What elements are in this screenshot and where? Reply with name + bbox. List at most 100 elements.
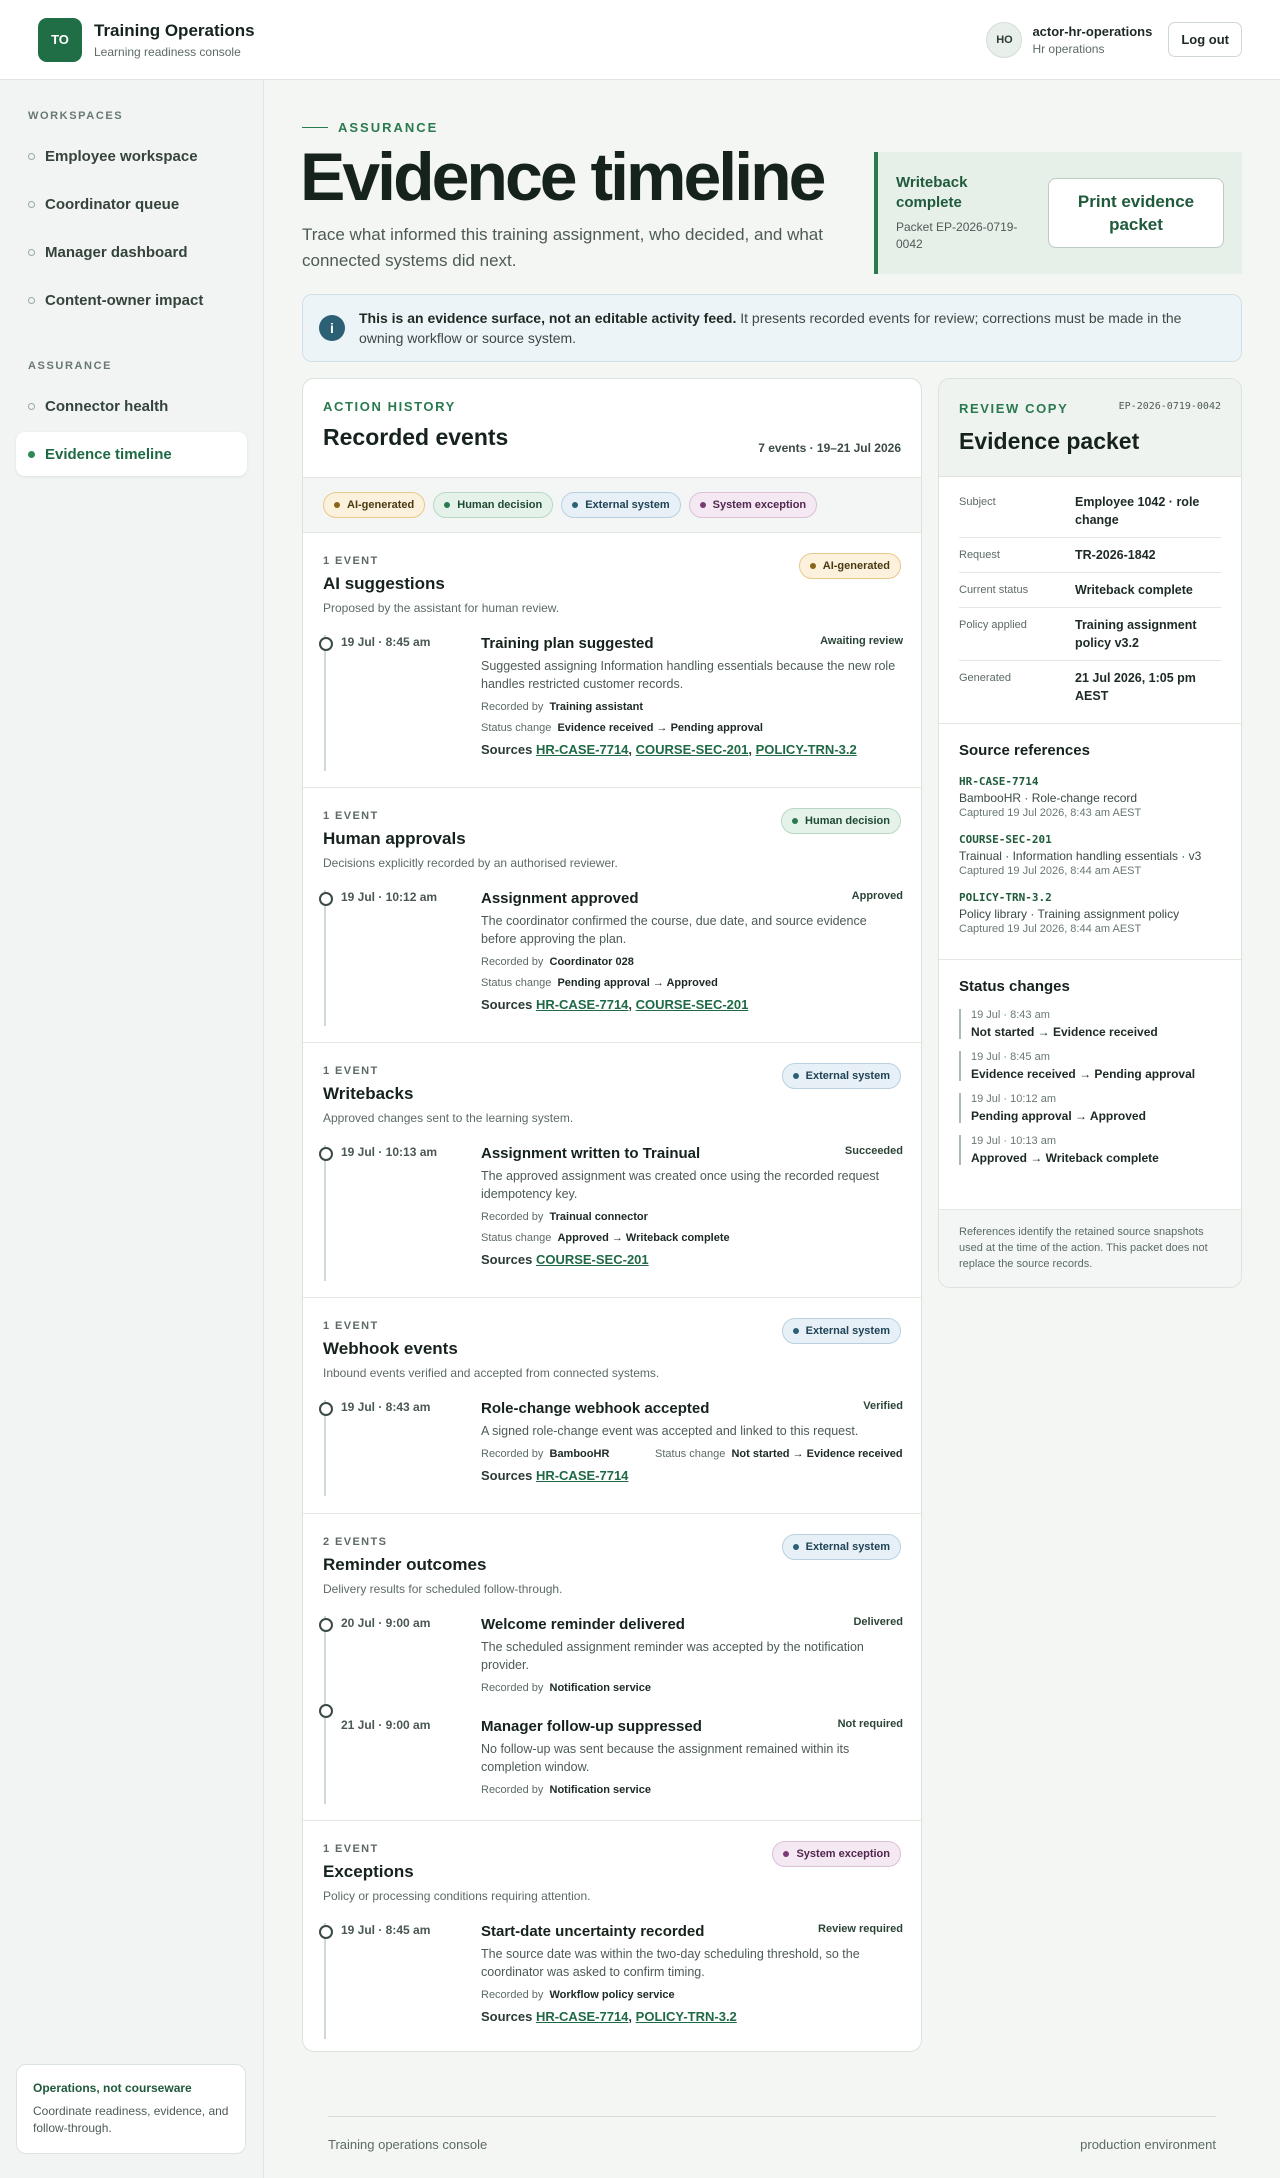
timeline-node-icon	[319, 892, 333, 906]
brand: Training Operations Learning readiness c…	[94, 21, 255, 59]
ref-desc: BambooHR · Role-change record	[959, 791, 1138, 805]
event-time: 21 Jul · 9:00 am	[341, 1718, 431, 1732]
event-group-exceptions: 1 EVENT Exceptions Policy or processing …	[303, 1821, 921, 2051]
sidebar-item-label: Manager dashboard	[45, 243, 188, 261]
meta-value: Training assistant	[549, 701, 644, 713]
panel-kicker: ACTION HISTORY	[323, 399, 456, 414]
eyebrow-label: ASSURANCE	[338, 120, 439, 135]
group-count: 1 EVENT	[323, 555, 379, 567]
sidebar-item-label: Content-owner impact	[45, 291, 204, 309]
packet-field-current-status: Current status Writeback complete	[959, 573, 1221, 608]
ref-code: POLICY-TRN-3.2	[959, 891, 1052, 904]
app-logo: TO	[38, 17, 82, 62]
event-group-ai-suggestions: 1 EVENT AI suggestions Proposed by the a…	[303, 533, 921, 788]
nav-dot-icon	[28, 402, 35, 410]
legend-human-decision: Human decision	[433, 492, 554, 518]
badge-dot-icon	[792, 1328, 799, 1334]
badge-dot-icon	[792, 818, 799, 824]
event-time: 19 Jul · 10:12 am	[341, 890, 438, 904]
ref-captured: Captured 19 Jul 2026, 8:44 am AEST	[959, 865, 1142, 877]
app-title: Training Operations	[94, 20, 255, 40]
user-info: actor-hr-operations Hr operations	[1032, 24, 1152, 56]
sidebar-item-employee-workspace[interactable]: Employee workspace	[16, 134, 247, 178]
user-area: HO actor-hr-operations Hr operations Log…	[986, 21, 1242, 58]
source-link[interactable]: COURSE-SEC-201	[536, 1252, 649, 1267]
timeline-rail	[324, 635, 326, 771]
meta-label: Recorded by	[481, 1682, 544, 1694]
meta-label: Status change	[481, 977, 552, 989]
change-time: 19 Jul · 10:13 am	[971, 1135, 1056, 1147]
timeline-node-icon	[319, 1147, 333, 1161]
logout-button[interactable]: Log out	[1168, 22, 1242, 57]
timeline-node-icon	[319, 1925, 333, 1939]
event-status: Approved	[851, 890, 903, 902]
packet-field-request: Request TR-2026-1842	[959, 538, 1221, 573]
badge-label: External system	[805, 1325, 890, 1337]
section-title: Status changes	[959, 978, 1070, 995]
group-desc: Inbound events verified and accepted fro…	[323, 1366, 660, 1380]
event-sources: Sources HR-CASE-7714, COURSE-SEC-201	[481, 997, 749, 1012]
badge-label: External system	[805, 1070, 890, 1082]
event-status: Not required	[837, 1718, 903, 1730]
sidebar-item-coordinator-queue[interactable]: Coordinator queue	[16, 182, 247, 226]
meta-value: Trainual connector	[549, 1211, 648, 1223]
packet-footnote: References identify the retained source …	[939, 1209, 1241, 1287]
source-link[interactable]: HR-CASE-7714	[536, 1468, 628, 1483]
group-type-badge: External system	[781, 1534, 901, 1560]
field-value: Employee 1042 · role change	[1075, 495, 1200, 527]
meta-value: Pending approval → Approved	[557, 977, 718, 989]
event-recorded-by: Recorded by Notification service	[481, 1784, 651, 1796]
event-status: Review required	[818, 1923, 903, 1935]
event-sources: Sources HR-CASE-7714	[481, 1468, 628, 1483]
print-evidence-packet-button[interactable]: Print evidence packet	[1048, 178, 1224, 248]
event-count: 7 events · 19–21 Jul 2026	[758, 441, 901, 455]
sidebar-item-content-owner-impact[interactable]: Content-owner impact	[16, 278, 247, 322]
meta-label: Status change	[481, 722, 552, 734]
timeline-node-icon	[319, 1704, 333, 1718]
notice-strong: This is an evidence surface, not an edit…	[359, 310, 737, 326]
sidebar-item-connector-health[interactable]: Connector health	[16, 384, 247, 428]
change-value: Pending approval → Approved	[971, 1109, 1146, 1123]
eyebrow-rule	[302, 127, 328, 128]
source-references: Source references HR-CASE-7714 BambooHR ·…	[939, 723, 1241, 959]
group-title: Writebacks	[323, 1084, 414, 1103]
field-label: Request	[959, 549, 1000, 561]
group-type-badge: External system	[781, 1063, 901, 1089]
source-link[interactable]: HR-CASE-7714	[536, 997, 628, 1012]
meta-value: Coordinator 028	[549, 956, 634, 968]
event-desc: No follow-up was sent because the assign…	[481, 1742, 850, 1774]
source-link[interactable]: HR-CASE-7714	[536, 742, 628, 757]
app-subtitle: Learning readiness console	[94, 44, 241, 59]
change-time: 19 Jul · 8:45 am	[971, 1051, 1050, 1063]
event-recorded-by: Recorded by Workflow policy service	[481, 1989, 675, 2001]
group-desc: Proposed by the assistant for human revi…	[323, 601, 560, 615]
source-link[interactable]: COURSE-SEC-201	[636, 997, 749, 1012]
legend: AI-generated Human decision External sys…	[303, 477, 921, 533]
event-title: Training plan suggested	[481, 635, 654, 652]
event-title: Start-date uncertainty recorded	[481, 1923, 705, 1940]
group-title: Exceptions	[323, 1862, 414, 1881]
badge-dot-icon	[792, 1544, 799, 1550]
field-label: Subject	[959, 496, 996, 508]
event-time: 20 Jul · 9:00 am	[341, 1616, 431, 1630]
source-link[interactable]: POLICY-TRN-3.2	[636, 2009, 737, 2024]
notice-text: This is an evidence surface, not an edit…	[359, 308, 1225, 348]
legend-label: AI-generated	[347, 499, 415, 511]
badge-label: System exception	[796, 1848, 890, 1860]
badge-label: AI-generated	[822, 560, 890, 572]
meta-label: Status change	[481, 1232, 552, 1244]
status-change-item: 19 Jul · 8:45 am Evidence received → Pend…	[959, 1051, 1221, 1081]
sidebar-item-evidence-timeline[interactable]: Evidence timeline	[16, 432, 247, 476]
source-link[interactable]: HR-CASE-7714	[536, 2009, 628, 2024]
source-link[interactable]: POLICY-TRN-3.2	[756, 742, 857, 757]
source-link[interactable]: COURSE-SEC-201	[636, 742, 749, 757]
sidebar-item-label: Employee workspace	[45, 147, 198, 165]
event-time: 19 Jul · 8:45 am	[341, 635, 431, 649]
sidebar-item-manager-dashboard[interactable]: Manager dashboard	[16, 230, 247, 274]
change-time: 19 Jul · 10:12 am	[971, 1093, 1056, 1105]
legend-system-exception: System exception	[688, 492, 818, 518]
ref-code: COURSE-SEC-201	[959, 833, 1052, 846]
legend-label: External system	[585, 499, 670, 511]
group-type-badge: External system	[781, 1318, 901, 1344]
group-desc: Decisions explicitly recorded by an auth…	[323, 856, 618, 870]
